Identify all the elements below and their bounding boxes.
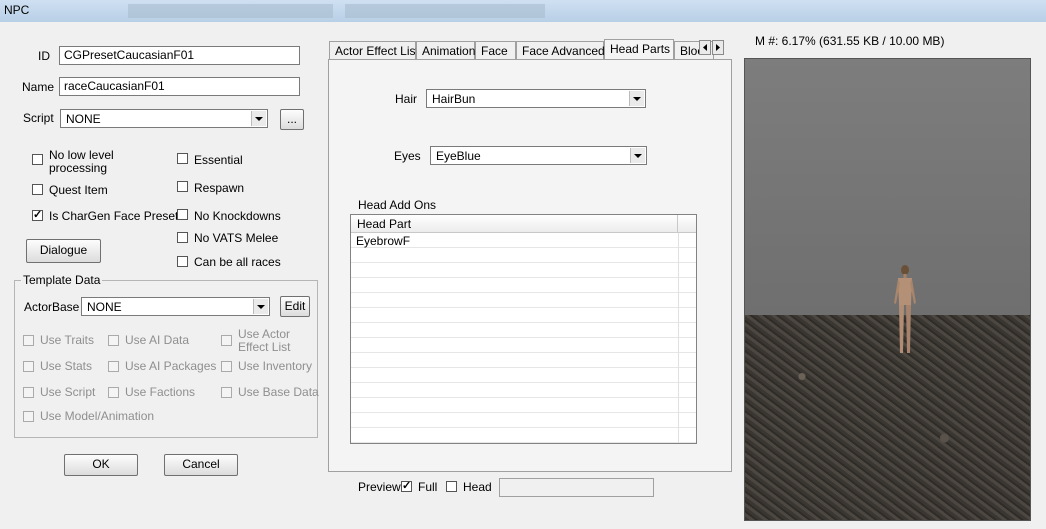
npc-dialog: ID CGPresetCaucasianF01 Name raceCaucasi… <box>0 22 1046 529</box>
is-chargen-label: Is CharGen Face Preset <box>49 209 179 223</box>
character-figure-icon <box>894 265 916 353</box>
cancel-button[interactable]: Cancel <box>164 454 238 476</box>
head-label: Head <box>463 480 492 494</box>
use-stats-checkbox[interactable] <box>23 361 34 372</box>
hair-select-value: HairBun <box>432 92 476 106</box>
name-label: Name <box>22 80 55 94</box>
actorbase-select[interactable]: NONE <box>81 297 270 316</box>
no-knockdowns-checkbox[interactable] <box>177 209 188 220</box>
chevron-down-icon[interactable] <box>253 299 268 314</box>
tab-animation[interactable]: Animation <box>416 41 475 59</box>
ok-button[interactable]: OK <box>64 454 138 476</box>
use-base-data-checkbox[interactable] <box>221 387 232 398</box>
chevron-down-icon[interactable] <box>251 111 266 126</box>
eyes-select[interactable]: EyeBlue <box>430 146 647 165</box>
list-item[interactable]: EyebrowF <box>351 233 677 248</box>
use-model-animation-label: Use Model/Animation <box>40 409 155 423</box>
list-item-label: EyebrowF <box>356 234 411 248</box>
use-script-checkbox[interactable] <box>23 387 34 398</box>
list-grid <box>351 233 696 443</box>
title-bar: NPC <box>0 0 1046 23</box>
actorbase-select-value: NONE <box>87 300 122 314</box>
hair-select[interactable]: HairBun <box>426 89 646 108</box>
use-ai-data-checkbox[interactable] <box>108 335 119 346</box>
quest-item-checkbox[interactable] <box>32 184 43 195</box>
actorbase-label: ActorBase <box>24 300 80 314</box>
hair-label: Hair <box>395 92 418 106</box>
can-be-all-races-checkbox[interactable] <box>177 256 188 267</box>
name-field[interactable]: raceCaucasianF01 <box>59 77 300 96</box>
preview-label: Preview <box>358 480 401 494</box>
tab-face[interactable]: Face <box>475 41 516 59</box>
background-window-ghost <box>128 4 333 18</box>
use-ai-packages-checkbox[interactable] <box>108 361 119 372</box>
eyes-select-value: EyeBlue <box>436 149 481 163</box>
use-stats-label: Use Stats <box>40 359 93 373</box>
script-select-value: NONE <box>66 112 101 126</box>
use-actor-effect-label-line2: Effect List <box>238 340 291 354</box>
use-base-data-label: Use Base Data <box>238 385 319 399</box>
3d-preview-viewport[interactable] <box>744 58 1031 521</box>
respawn-checkbox[interactable] <box>177 181 188 192</box>
list-column-line <box>678 233 679 443</box>
script-select[interactable]: NONE <box>60 109 268 128</box>
eyes-label: Eyes <box>394 149 421 163</box>
tab-strip: Actor Effect List Animation Face Face Ad… <box>329 39 732 59</box>
window-title: NPC <box>4 3 30 17</box>
id-label: ID <box>38 49 50 63</box>
use-actor-effect-list-checkbox[interactable] <box>221 335 232 346</box>
column-divider <box>677 215 678 232</box>
full-label: Full <box>418 480 438 494</box>
use-inventory-checkbox[interactable] <box>221 361 232 372</box>
head-add-ons-list[interactable]: Head Part EyebrowF <box>350 214 697 444</box>
use-traits-checkbox[interactable] <box>23 335 34 346</box>
tab-face-advanced[interactable]: Face Advanced <box>516 41 605 59</box>
use-model-animation-checkbox[interactable] <box>23 411 34 422</box>
chevron-down-icon[interactable] <box>630 148 645 163</box>
list-header: Head Part <box>351 215 696 233</box>
essential-checkbox[interactable] <box>177 153 188 164</box>
use-traits-label: Use Traits <box>40 333 95 347</box>
can-be-all-races-label: Can be all races <box>194 255 281 269</box>
template-data-title: Template Data <box>21 273 103 287</box>
essential-label: Essential <box>194 153 243 167</box>
no-knockdowns-label: No Knockdowns <box>194 209 281 223</box>
tab-actor-effect-list[interactable]: Actor Effect List <box>329 41 419 59</box>
use-factions-checkbox[interactable] <box>108 387 119 398</box>
edit-button[interactable]: Edit <box>280 296 310 317</box>
use-factions-label: Use Factions <box>125 385 196 399</box>
dialogue-button[interactable]: Dialogue <box>26 239 101 263</box>
is-chargen-checkbox[interactable] <box>32 208 43 221</box>
use-script-label: Use Script <box>40 385 96 399</box>
script-browse-button[interactable]: ... <box>280 109 304 130</box>
script-label: Script <box>23 111 54 125</box>
terrain-ground <box>745 315 1030 520</box>
no-vats-melee-label: No VATS Melee <box>194 231 279 245</box>
chevron-down-icon[interactable] <box>629 91 644 106</box>
column-header-head-part[interactable]: Head Part <box>357 217 411 231</box>
quest-item-label: Quest Item <box>49 183 108 197</box>
no-vats-melee-checkbox[interactable] <box>177 232 188 243</box>
respawn-label: Respawn <box>194 181 245 195</box>
no-low-level-checkbox[interactable] <box>32 154 43 165</box>
head-add-ons-label: Head Add Ons <box>358 198 437 212</box>
preview-progress-field <box>499 478 654 497</box>
id-field[interactable]: CGPresetCaucasianF01 <box>59 46 300 65</box>
no-low-level-label-line2: processing <box>49 161 108 175</box>
tab-scroll-right-icon[interactable] <box>712 40 724 55</box>
background-window-ghost <box>345 4 545 18</box>
use-inventory-label: Use Inventory <box>238 359 313 373</box>
tab-scroll-left-icon[interactable] <box>699 40 711 55</box>
head-checkbox[interactable] <box>446 481 457 492</box>
memory-readout: M #: 6.17% (631.55 KB / 10.00 MB) <box>755 34 945 48</box>
tab-head-parts[interactable]: Head Parts <box>604 39 674 59</box>
use-actor-effect-label-line1: Use Actor <box>238 327 291 341</box>
full-checkbox[interactable] <box>401 479 412 492</box>
use-ai-packages-label: Use AI Packages <box>125 359 217 373</box>
no-low-level-label-line1: No low level <box>49 148 114 162</box>
use-ai-data-label: Use AI Data <box>125 333 190 347</box>
